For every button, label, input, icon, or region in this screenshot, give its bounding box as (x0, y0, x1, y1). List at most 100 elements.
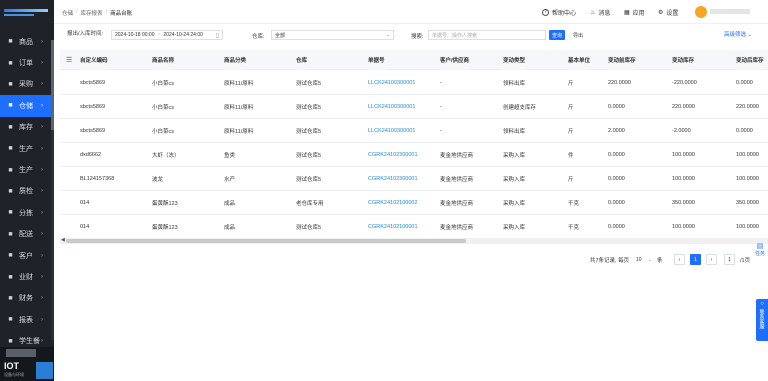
chevron-right-icon: › (41, 145, 43, 152)
search-label: 搜索: (411, 34, 424, 40)
help-center-button[interactable]: ? 帮助中心 (542, 8, 576, 17)
next-page-button[interactable]: › (706, 254, 717, 265)
date-range-picker[interactable]: 2024-10-18 00:00 ~ 2024-10-24 24:00 ▯ (111, 30, 223, 40)
column-header[interactable]: 变动库存 (672, 50, 695, 70)
table-row[interactable]: 014 蛋黄酥123 成品 测试仓库5 CGRK24102100001 麦金地供应商 采购入… (60, 215, 768, 239)
sidebar-item[interactable]: ■ 商品 › (0, 31, 51, 52)
page-size-select[interactable]: 10 ⌄ (634, 255, 654, 264)
page-size-value: 10 (636, 256, 642, 263)
chevron-down-icon: ⌄ (647, 256, 652, 263)
document-number-link[interactable]: LLCK24100300001 (368, 119, 415, 143)
table-row[interactable]: sbcts5869 小白菜cs 原料11/原料 测试仓库5 LLCK2410030000… (60, 95, 768, 119)
column-header[interactable]: 变动前库存 (608, 50, 636, 70)
table-cell: sbcts5869 (80, 80, 106, 86)
sidebar-item[interactable]: ■ 库存 › (0, 117, 51, 138)
sidebar-item[interactable]: ■ 生产 › (0, 159, 51, 180)
table-row[interactable]: sbcts5869 小白菜cs 原料11/原料 测试仓库5 LLCK2410030000… (60, 119, 768, 143)
qr-badge[interactable] (36, 362, 53, 379)
scroll-thumb[interactable] (66, 239, 466, 243)
apps-button[interactable]: ▦ 应用 (624, 8, 645, 17)
chart-icon: ■ (8, 316, 13, 324)
table-horizontal-scrollbar[interactable]: ◀ (60, 237, 768, 244)
table-cell: 麦金地供应商 (440, 177, 474, 183)
table-row[interactable]: dxd6662 大虾（冻） 鱼类 测试仓库5 CGRK24102300001 麦金地供应商… (60, 143, 768, 167)
settings-button[interactable]: ⚙ 设置 (658, 8, 678, 17)
table-cell: 0.0000 (608, 224, 625, 230)
document-number-link[interactable]: CGRK24102100001 (368, 215, 418, 239)
sidebar-item[interactable]: ■ 客户 › (0, 245, 51, 266)
sidebar-scroll-thumb[interactable] (51, 40, 54, 130)
sidebar-item[interactable]: ■ 质检 › (0, 181, 51, 202)
column-header[interactable]: 客户/供应商 (440, 50, 470, 70)
document-number-link[interactable]: CGRK24102300001 (368, 143, 418, 167)
task-label: 任务 (754, 251, 765, 257)
breadcrumb-item[interactable]: 库存报表 (81, 9, 103, 17)
column-header[interactable]: 商品分类 (224, 50, 247, 70)
sidebar-item[interactable]: ■ 仓储 › (0, 95, 51, 117)
table-cell: 0.0000 (608, 152, 625, 158)
table-cell: 100.0000 (736, 224, 759, 230)
document-number-link[interactable]: CGRK24102300001 (368, 167, 418, 191)
sidebar-item[interactable]: ■ 采购 › (0, 74, 51, 95)
page-number-current[interactable]: 1 (690, 254, 701, 265)
avatar[interactable] (695, 6, 707, 18)
column-header[interactable]: 变动后库存 (736, 50, 764, 70)
document-number-link[interactable]: LLCK24100300001 (368, 95, 415, 119)
table-cell: 采购入库 (503, 177, 526, 183)
column-header[interactable]: 仓库 (296, 50, 308, 70)
warehouse-select[interactable]: 全部 ⌄ (271, 30, 394, 40)
sidebar-item-label: 业财 (19, 274, 33, 282)
table-row[interactable]: BL124157368 波龙 水产 测试仓库5 CGRK24102300001 麦金地供应… (60, 167, 768, 191)
date-end: 2024-10-24 24:00 (163, 32, 203, 38)
user-name-placeholder[interactable] (710, 9, 750, 14)
breadcrumb-item[interactable]: 仓储 (62, 9, 73, 17)
query-button[interactable]: 查询 (549, 30, 565, 40)
table-cell: 斤 (568, 129, 574, 135)
advanced-filter-link[interactable]: 高级筛选 ⌄ (724, 30, 752, 38)
document-number-link[interactable]: CGRK24102100002 (368, 191, 418, 215)
column-header[interactable]: 单据号 (368, 50, 385, 70)
document-number-link[interactable]: LLCK24100300001 (368, 71, 415, 95)
logo[interactable] (0, 0, 54, 24)
total-pages-label: /1页 (740, 258, 751, 264)
column-settings-icon[interactable]: ☰ (66, 56, 72, 64)
sidebar-item[interactable]: ■ 财务 › (0, 288, 51, 309)
messages-button[interactable]: ♨ 消息 (590, 8, 610, 17)
contact-service-button[interactable]: ○ 联系客服 (756, 299, 768, 341)
scroll-left-icon[interactable]: ◀ (61, 237, 65, 243)
pagination-total: 共7条记录, 每页 (590, 258, 630, 264)
table-cell: 100.0000 (672, 152, 695, 158)
search-input[interactable]: 单据号、操作人搜索 (428, 30, 546, 40)
prev-page-button[interactable]: ‹ (674, 254, 685, 265)
breadcrumb-separator: / (105, 9, 108, 15)
sidebar-item[interactable]: ■ 订单 › (0, 52, 51, 73)
column-header[interactable]: 变动类型 (503, 50, 526, 70)
export-button[interactable]: 导出 (570, 30, 586, 40)
cart-icon: ■ (8, 80, 13, 88)
factory-icon: ■ (8, 166, 13, 174)
sidebar-item[interactable]: ■ 报表 › (0, 309, 51, 330)
sidebar-item[interactable]: ■ 分拣 › (0, 202, 51, 223)
table-cell: 350.0000 (672, 200, 695, 206)
table-cell: 千克 (568, 201, 580, 207)
table-cell: 220.0000 (608, 80, 631, 86)
chevron-right-icon: › (41, 295, 43, 302)
table-cell: 小白菜cs (152, 81, 175, 87)
column-header[interactable]: 基本单位 (568, 50, 591, 70)
sidebar-item-label: 分拣 (19, 209, 33, 217)
column-header[interactable]: 自定义编码 (80, 50, 108, 70)
column-header[interactable]: 商品名称 (152, 50, 175, 70)
sidebar-item[interactable]: ■ 配送 › (0, 224, 51, 245)
breadcrumb-current: 商品台账 (110, 11, 133, 17)
sidebar-item[interactable]: ■ 业财 › (0, 266, 51, 287)
sidebar-item-label: 报表 (19, 316, 33, 324)
table-row[interactable]: 014 蛋黄酥123 成品 老仓库专用 CGRK24102100002 麦金地供应商 采购入… (60, 191, 768, 215)
ledger-table: ☰ 自定义编码 商品名称 商品分类 仓库 单据号 客户/供应商 变动类型 基本单位 变动前库存 变… (60, 50, 768, 246)
task-float-button[interactable]: ▤ 任务 (752, 242, 768, 260)
table-cell: 350.0000 (736, 200, 759, 206)
gear-icon: ⚙ (658, 10, 664, 16)
table-cell: 014 (80, 224, 90, 230)
jump-page-input[interactable]: 1 (724, 254, 735, 265)
table-row[interactable]: sbcts5869 小白菜cs 原料11/原料 测试仓库5 LLCK2410030000… (60, 71, 768, 95)
sidebar-item[interactable]: ■ 生产 › (0, 138, 51, 159)
